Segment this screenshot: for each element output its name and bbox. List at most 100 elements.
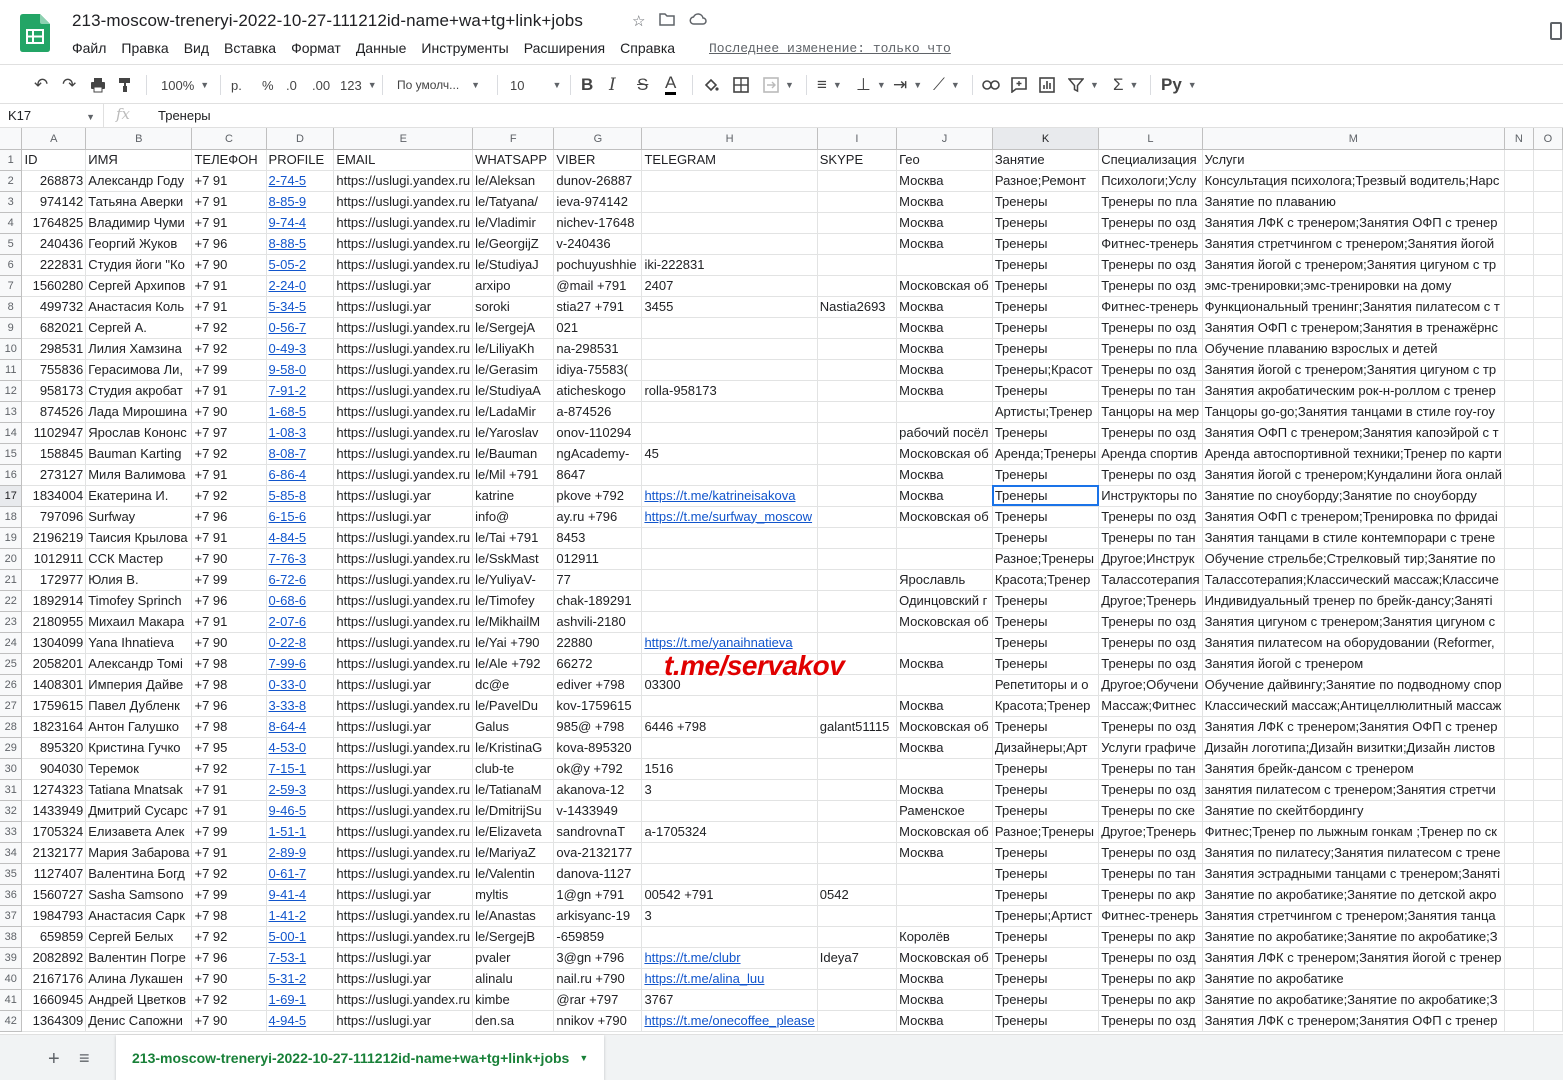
cell-k[interactable]: Тренеры bbox=[992, 191, 1100, 213]
cell-e[interactable]: https://uslugi.yandex.ru bbox=[333, 464, 474, 486]
cell-k[interactable]: Тренеры bbox=[992, 464, 1100, 486]
cell-l[interactable]: Тренеры по пла bbox=[1098, 338, 1203, 360]
cell-a[interactable]: 1012911 bbox=[21, 548, 87, 570]
cell-g[interactable]: 22880 bbox=[553, 632, 643, 654]
cell-l[interactable]: Тренеры по озд bbox=[1098, 611, 1203, 633]
name-box[interactable]: K17 ▼ bbox=[0, 104, 104, 128]
cell-g[interactable]: idiya-75583( bbox=[553, 359, 643, 381]
cell-o[interactable] bbox=[1533, 695, 1563, 717]
cell-l[interactable]: Тренеры по озд bbox=[1098, 212, 1203, 234]
cell-f[interactable]: le/KristinaG bbox=[472, 737, 555, 759]
cell-b[interactable]: Валентин Погре bbox=[85, 947, 193, 969]
cell-e[interactable]: https://uslugi.yandex.ru bbox=[333, 632, 474, 654]
row-header[interactable]: 18 bbox=[0, 506, 23, 528]
cell-c[interactable]: +7 95 bbox=[191, 737, 267, 759]
cell-d[interactable]: 1-41-2 bbox=[266, 905, 335, 927]
cell-f[interactable]: le/Tai +791 bbox=[472, 527, 555, 549]
cell-d[interactable]: 4-53-0 bbox=[266, 737, 335, 759]
cell-g[interactable]: ashvili-2180 bbox=[553, 611, 643, 633]
cell-f[interactable]: alinalu bbox=[472, 968, 555, 990]
cell-l[interactable]: Тренеры по озд bbox=[1098, 359, 1203, 381]
cell-g[interactable]: aticheskogo bbox=[553, 380, 643, 402]
column-header-d[interactable]: D bbox=[266, 128, 335, 150]
cell-b[interactable]: Татьяна Аверки bbox=[85, 191, 193, 213]
header-cell[interactable]: VIBER bbox=[553, 149, 643, 171]
row-header[interactable]: 21 bbox=[0, 569, 23, 591]
cell-e[interactable]: https://uslugi.yandex.ru bbox=[333, 905, 474, 927]
cell-c[interactable]: +7 92 bbox=[191, 485, 267, 507]
cell-i[interactable] bbox=[817, 506, 898, 528]
cell-b[interactable]: Андрей Цветков bbox=[85, 989, 193, 1011]
cell-d[interactable]: 5-05-2 bbox=[266, 254, 335, 276]
cell-f[interactable]: le/Vladimir bbox=[472, 212, 555, 234]
cell-k[interactable]: Тренеры bbox=[992, 758, 1100, 780]
cell-i[interactable] bbox=[817, 317, 898, 339]
cell-n[interactable] bbox=[1504, 317, 1534, 339]
cell-h[interactable]: 6446 +798 bbox=[641, 716, 818, 738]
cell-d[interactable]: 6-72-6 bbox=[266, 569, 335, 591]
cell-l[interactable]: Фитнес-тренерь bbox=[1098, 233, 1203, 255]
cell-e[interactable]: https://uslugi.yar bbox=[333, 275, 474, 297]
bold-button[interactable]: B bbox=[581, 73, 593, 97]
input-tools-button[interactable]: Py ▼ bbox=[1161, 73, 1197, 97]
cell-m[interactable]: Занятия брейк-дансом с тренером bbox=[1202, 758, 1506, 780]
cell-b[interactable]: Владимир Чуми bbox=[85, 212, 193, 234]
cell-d[interactable]: 2-89-9 bbox=[266, 842, 335, 864]
undo-icon[interactable]: ↶ bbox=[34, 73, 48, 97]
font-size-select[interactable]: 10 ▼ bbox=[510, 73, 561, 97]
vertical-align-icon[interactable]: ⊥ ▼ bbox=[856, 73, 886, 97]
row-header[interactable]: 6 bbox=[0, 254, 23, 276]
cell-i[interactable] bbox=[817, 863, 898, 885]
cell-n[interactable] bbox=[1504, 170, 1534, 192]
cell-b[interactable]: Валентина Богд bbox=[85, 863, 193, 885]
cell-b[interactable]: Теремок bbox=[85, 758, 193, 780]
cell-h[interactable]: 3 bbox=[641, 905, 818, 927]
row-header[interactable]: 15 bbox=[0, 443, 23, 465]
cell-d[interactable]: 7-76-3 bbox=[266, 548, 335, 570]
cell-h[interactable] bbox=[641, 611, 818, 633]
cell-i[interactable] bbox=[817, 485, 898, 507]
cell-k[interactable]: Тренеры bbox=[992, 779, 1100, 801]
row-header[interactable]: 31 bbox=[0, 779, 23, 801]
cell-l[interactable]: Тренеры по озд bbox=[1098, 1010, 1203, 1032]
cell-k[interactable]: Тренеры bbox=[992, 254, 1100, 276]
row-header[interactable]: 29 bbox=[0, 737, 23, 759]
cell-d[interactable]: 0-22-8 bbox=[266, 632, 335, 654]
cell-j[interactable]: Королёв bbox=[896, 926, 993, 948]
cell-i[interactable] bbox=[817, 212, 898, 234]
cell-e[interactable]: https://uslugi.yandex.ru bbox=[333, 548, 474, 570]
borders-icon[interactable] bbox=[733, 73, 749, 97]
cell-o[interactable] bbox=[1533, 842, 1563, 864]
cell-b[interactable]: Павел Дубленк bbox=[85, 695, 193, 717]
cell-n[interactable] bbox=[1504, 527, 1534, 549]
cell-g[interactable]: 8647 bbox=[553, 464, 643, 486]
cell-k[interactable]: Тренеры bbox=[992, 380, 1100, 402]
cell-c[interactable]: +7 91 bbox=[191, 779, 267, 801]
cell-b[interactable]: Алина Лукашен bbox=[85, 968, 193, 990]
cell-o[interactable] bbox=[1533, 779, 1563, 801]
cell-b[interactable]: Герасимова Ли, bbox=[85, 359, 193, 381]
cell-l[interactable]: Тренеры по озд bbox=[1098, 506, 1203, 528]
cell-k[interactable]: Тренеры bbox=[992, 863, 1100, 885]
row-header[interactable]: 5 bbox=[0, 233, 23, 255]
cell-b[interactable]: Sasha Samsono bbox=[85, 884, 193, 906]
row-header[interactable]: 10 bbox=[0, 338, 23, 360]
cell-g[interactable]: na-298531 bbox=[553, 338, 643, 360]
currency-button[interactable]: р. bbox=[231, 73, 242, 97]
cell-f[interactable]: le/Timofey bbox=[472, 590, 555, 612]
cell-i[interactable] bbox=[817, 611, 898, 633]
cell-l[interactable]: Фитнес-тренерь bbox=[1098, 905, 1203, 927]
cell-i[interactable] bbox=[817, 926, 898, 948]
cell-i[interactable] bbox=[817, 737, 898, 759]
cell-l[interactable]: Тренеры по тан bbox=[1098, 863, 1203, 885]
cell-m[interactable]: Обучение плаванию взрослых и детей bbox=[1202, 338, 1506, 360]
cell-k[interactable]: Тренеры bbox=[992, 506, 1100, 528]
cell-g[interactable]: arkisyanc-19 bbox=[553, 905, 643, 927]
row-header[interactable]: 12 bbox=[0, 380, 23, 402]
cell-d[interactable]: 4-94-5 bbox=[266, 1010, 335, 1032]
cell-h[interactable] bbox=[641, 863, 818, 885]
cell-b[interactable]: Timofey Sprinch bbox=[85, 590, 193, 612]
functions-icon[interactable]: Σ ▼ bbox=[1113, 73, 1138, 97]
cell-c[interactable]: +7 91 bbox=[191, 275, 267, 297]
cell-c[interactable]: +7 98 bbox=[191, 674, 267, 696]
